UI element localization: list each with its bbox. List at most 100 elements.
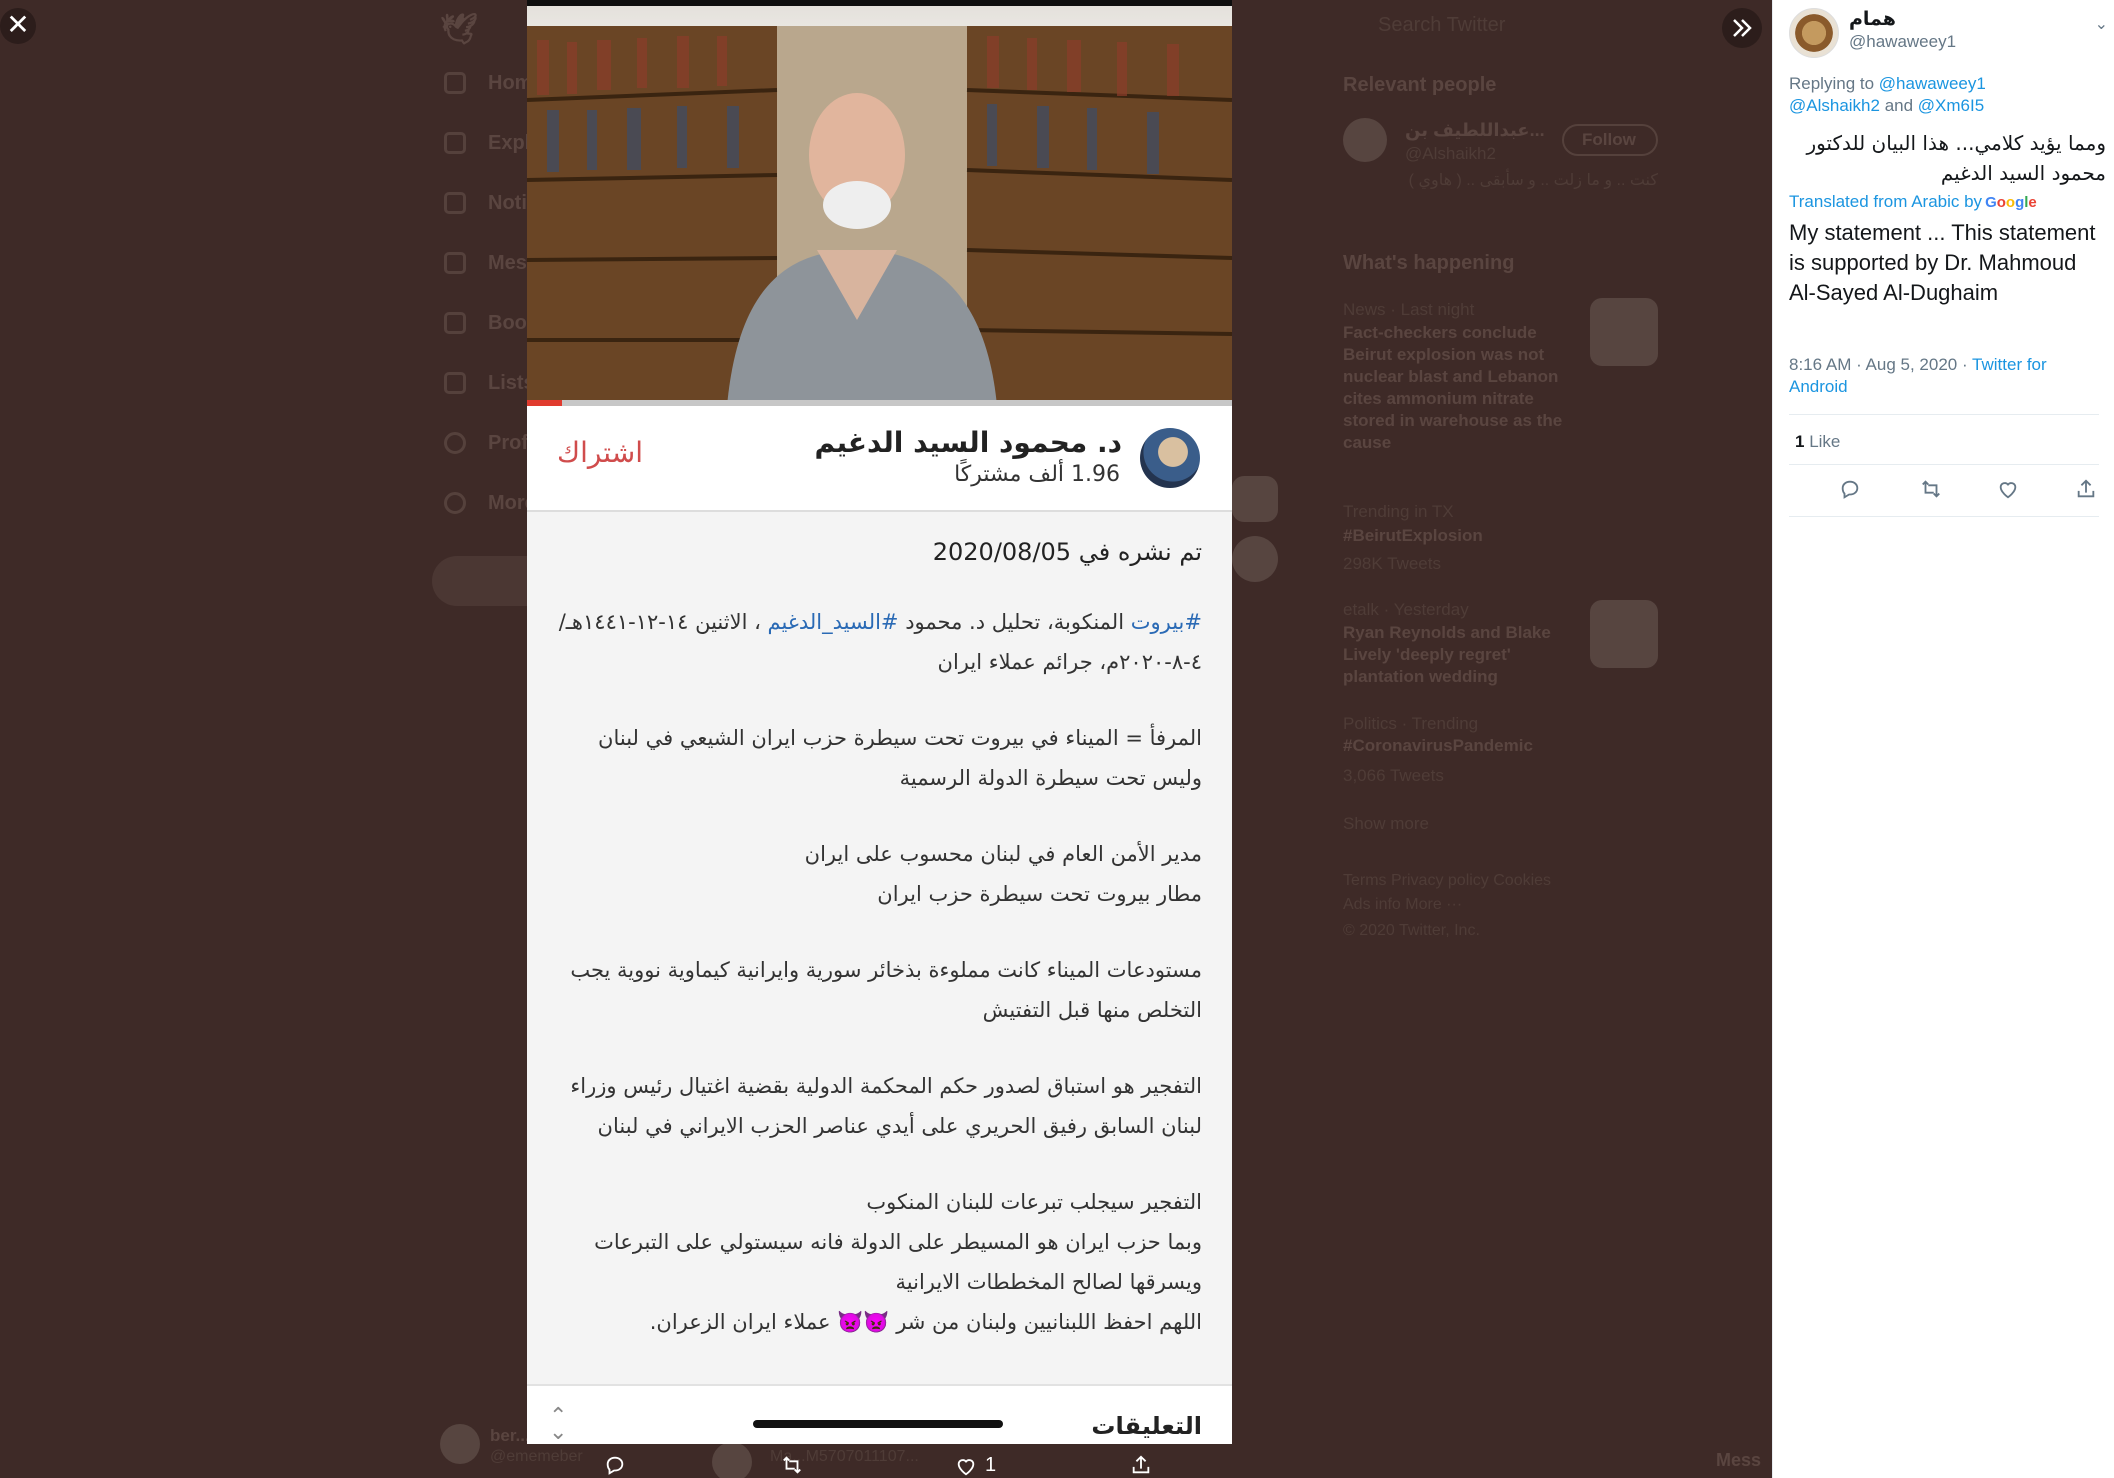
trend-context: News · Last night: [1343, 300, 1475, 319]
trend-title: #CoronavirusPandemic: [1343, 736, 1533, 755]
bottom-user-handle: @ememeber: [490, 1448, 583, 1465]
desc-text: مدير الأمن العام في لبنان محسوب على ايرا…: [804, 842, 1202, 866]
video-frame: [527, 0, 1232, 406]
mail-icon: [444, 252, 466, 274]
trend-title: Fact-checkers conclude Beirut explosion …: [1343, 323, 1563, 452]
hashtag: #السيد_الدغيم: [767, 610, 899, 634]
tweet-media-image[interactable]: د. محمود السيد الدغيم 1.96 ألف مشتركًا ا…: [527, 0, 1232, 1444]
translated-text: Translated from Arabic by: [1789, 192, 1983, 211]
expand-panel-button[interactable]: [1722, 8, 1762, 48]
share-icon: [1132, 1455, 1150, 1474]
translated-tweet-text: My statement ... This statement is suppo…: [1789, 220, 2096, 305]
close-icon: ✕: [6, 9, 30, 40]
relevant-avatar: [1343, 118, 1387, 162]
hashtag: #بيروت: [1130, 610, 1202, 634]
search-placeholder: Search Twitter: [1378, 14, 1506, 36]
desc-text: مطار بيروت تحت سيطرة حزب ايران: [877, 882, 1202, 906]
tweet-meta: 8:16 AM · Aug 5, 2020 · Twitter for Andr…: [1789, 354, 2109, 398]
trend-context: etalk · Yesterday: [1343, 600, 1469, 619]
video-person: [527, 36, 1232, 406]
bottom-avatar: [440, 1424, 480, 1464]
tweet-text: ومما يؤيد كلامي... هذا البيان للدكتور مح…: [1806, 131, 2106, 185]
trend-title: #BeirutExplosion: [1343, 526, 1483, 545]
chevron-down-icon[interactable]: ⌄: [2095, 14, 2108, 34]
mention-link[interactable]: @Alshaikh2: [1789, 96, 1880, 115]
whats-happening-title: What's happening: [1343, 252, 1515, 274]
divider: [1789, 516, 2099, 517]
reply-icon: [1841, 480, 1859, 499]
channel-header: د. محمود السيد الدغيم 1.96 ألف مشتركًا ا…: [527, 406, 1232, 512]
relevant-bio: كنت .. و ما زلت .. و سأبقى .. ( هاوي ): [1408, 172, 1658, 189]
desc-text: المنكوبة، تحليل د. محمود: [898, 610, 1131, 634]
likes-count[interactable]: 1 Like: [1795, 432, 1840, 452]
subscribe-button: اشتراك: [557, 436, 643, 469]
display-name[interactable]: همام: [1849, 8, 1896, 30]
like-button[interactable]: [1997, 478, 2023, 504]
share-button[interactable]: [2075, 478, 2101, 504]
desc-paragraph: #بيروت المنكوبة، تحليل د. محمود #السيد_ا…: [557, 602, 1202, 682]
desc-paragraph: التفجير سيجلب تبرعات للبنان المنكوب وبما …: [557, 1182, 1202, 1342]
divider: [1789, 464, 2099, 465]
user-handle[interactable]: @hawaweey1: [1849, 32, 1956, 52]
media-retweet-button[interactable]: [780, 1454, 804, 1476]
trend-thumbnail: [1590, 600, 1658, 668]
desc-paragraph: مدير الأمن العام في لبنان محسوب على ايرا…: [557, 834, 1202, 914]
media-like-button[interactable]: 1: [955, 1454, 996, 1477]
mention-link[interactable]: @Xm6I5: [1918, 96, 1984, 115]
retweet-icon: [783, 1456, 801, 1474]
subscriber-count: 1.96 ألف مشتركًا: [954, 462, 1120, 487]
like-label: Like: [1804, 432, 1841, 451]
show-more: Show more: [1343, 814, 1429, 833]
trend-title: Ryan Reynolds and Blake Lively 'deeply r…: [1343, 623, 1551, 686]
media-reply-button[interactable]: [604, 1454, 626, 1476]
comments-bar: ⌃ ⌄ التعليقات: [527, 1384, 1232, 1444]
footer-links: Terms Privacy policy Cookies: [1343, 872, 1552, 889]
home-indicator: [753, 1420, 1003, 1428]
trend-context: Politics · Trending: [1343, 714, 1479, 733]
retweet-icon: [1922, 480, 1940, 498]
bell-icon: [444, 192, 466, 214]
tweet-timestamp[interactable]: 8:16 AM · Aug 5, 2020 ·: [1789, 355, 1972, 374]
reply-icon: [606, 1456, 624, 1475]
trend-context: Trending in TX: [1343, 502, 1454, 521]
desc-text: وبما حزب ايران هو المسيطر على الدولة فان…: [594, 1230, 1202, 1294]
tweet-actions: [1789, 478, 2099, 504]
bottom-avatar: [712, 1442, 752, 1478]
avatar[interactable]: [1789, 8, 1839, 58]
heart-icon: [957, 1458, 975, 1475]
channel-name: د. محمود السيد الدغيم: [814, 426, 1122, 459]
comments-label: التعليقات: [1091, 1412, 1202, 1440]
copyright: © 2020 Twitter, Inc.: [1343, 922, 1480, 939]
tweet-detail-panel: همام @hawaweey1 ⌄ Replying to @hawaweey1…: [1772, 0, 2114, 1478]
double-chevron-right-icon: [1733, 19, 1752, 37]
desc-paragraph: المرفأ = الميناء في بيروت تحت سيطرة حزب …: [598, 726, 1202, 790]
bottom-user-name: ber...: [490, 1426, 530, 1445]
reply-button[interactable]: [1839, 478, 1865, 504]
relevant-people-title: Relevant people: [1343, 74, 1497, 96]
desc-text: التفجير سيجلب تبرعات للبنان المنكوب: [866, 1190, 1202, 1214]
desc-paragraph: مستودعات الميناء كانت مملوءة بذخائر سوري…: [570, 958, 1202, 1022]
close-button[interactable]: ✕: [0, 8, 36, 44]
relevant-handle: @Alshaikh2: [1405, 144, 1496, 163]
google-logo: Google: [1985, 194, 2037, 211]
retweet-button[interactable]: [1919, 478, 1945, 504]
messages-drawer-label: Mess: [1716, 1450, 1762, 1470]
more-icon: [444, 492, 466, 514]
trend-count: 298K Tweets: [1343, 554, 1441, 573]
lists-icon: [444, 372, 466, 394]
published-date: تم نشره في 2020/08/05: [932, 538, 1202, 566]
twitter-logo-icon: 🕊: [440, 13, 479, 46]
replying-and: and: [1879, 96, 1918, 115]
video-description: تم نشره في 2020/08/05 #بيروت المنكوبة، ت…: [527, 514, 1232, 1384]
media-share-button[interactable]: [1130, 1454, 1152, 1476]
expand-chevron-icon: ⌃ ⌄: [549, 1403, 568, 1444]
mention-link[interactable]: @hawaweey1: [1879, 74, 1986, 93]
replying-to: Replying to @hawaweey1 @Alshaikh2 and @X…: [1789, 73, 2109, 117]
translated-label[interactable]: Translated from Arabic by Google: [1789, 192, 2037, 212]
desc-text: اللهم احفظ اللبنانيين ولبنان من شر 👿👿 عم…: [649, 1310, 1202, 1334]
bookmark-icon: [444, 312, 466, 334]
channel-avatar: [1140, 428, 1200, 488]
relevant-name: عبداللطيف بن...: [1405, 120, 1545, 140]
home-icon: [444, 72, 466, 94]
divider: [1789, 414, 2099, 415]
